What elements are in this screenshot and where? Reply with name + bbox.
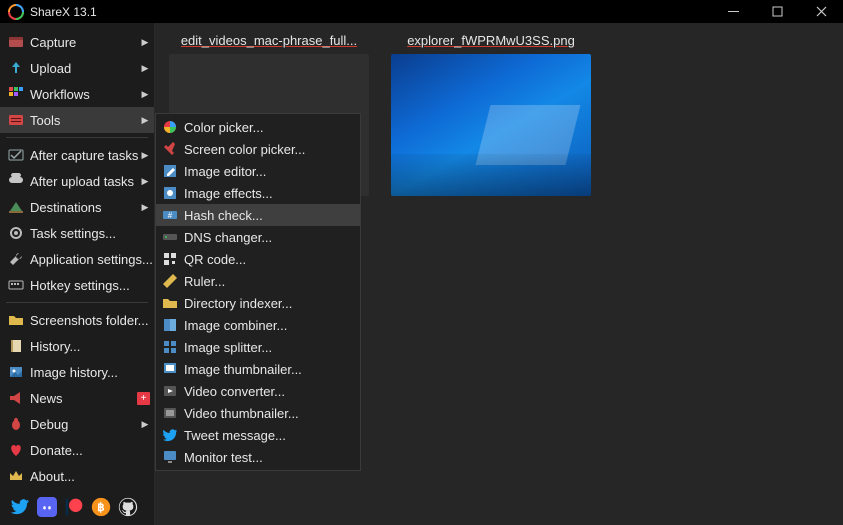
tool-dns-changer[interactable]: DNS changer... bbox=[156, 226, 360, 248]
tool-image-effects[interactable]: Image effects... bbox=[156, 182, 360, 204]
menu-task-settings[interactable]: Task settings... bbox=[0, 220, 154, 246]
tool-color-picker[interactable]: Color picker... bbox=[156, 116, 360, 138]
file-thumb bbox=[391, 54, 591, 196]
menu-hotkey-settings[interactable]: Hotkey settings... bbox=[0, 272, 154, 298]
menu-image-history[interactable]: Image history... bbox=[0, 359, 154, 385]
menu-after-capture[interactable]: After capture tasks ▶ bbox=[0, 142, 154, 168]
image-editor-icon bbox=[162, 163, 178, 179]
svg-text:#: # bbox=[168, 211, 173, 220]
file-tile[interactable]: explorer_fWPRMwU3SS.png bbox=[391, 33, 591, 196]
menu-debug[interactable]: Debug ▶ bbox=[0, 411, 154, 437]
after-upload-icon bbox=[8, 173, 24, 189]
upload-icon bbox=[8, 60, 24, 76]
tools-icon bbox=[8, 112, 24, 128]
menu-capture[interactable]: Capture ▶ bbox=[0, 29, 154, 55]
capture-icon bbox=[8, 34, 24, 50]
qr-icon bbox=[162, 251, 178, 267]
arrow-icon: ▶ bbox=[139, 419, 151, 430]
ruler-icon bbox=[162, 273, 178, 289]
tool-image-thumbnailer[interactable]: Image thumbnailer... bbox=[156, 358, 360, 380]
tool-ruler[interactable]: Ruler... bbox=[156, 270, 360, 292]
tool-tweet[interactable]: Tweet message... bbox=[156, 424, 360, 446]
folder-list-icon bbox=[162, 295, 178, 311]
destinations-icon bbox=[8, 199, 24, 215]
video-converter-icon bbox=[162, 383, 178, 399]
megaphone-icon bbox=[8, 390, 24, 406]
github-icon[interactable] bbox=[118, 497, 138, 517]
menu-tools[interactable]: Tools ▶ bbox=[0, 107, 154, 133]
file-caption: edit_videos_mac-phrase_full... bbox=[181, 33, 357, 48]
workflows-icon bbox=[8, 86, 24, 102]
heart-icon bbox=[8, 442, 24, 458]
close-button[interactable] bbox=[799, 0, 843, 23]
pipette-icon bbox=[162, 141, 178, 157]
tool-video-converter[interactable]: Video converter... bbox=[156, 380, 360, 402]
menu-workflows[interactable]: Workflows ▶ bbox=[0, 81, 154, 107]
tool-screen-color-picker[interactable]: Screen color picker... bbox=[156, 138, 360, 160]
gear-icon bbox=[8, 225, 24, 241]
video-thumb-icon bbox=[162, 405, 178, 421]
window-title: ShareX 13.1 bbox=[30, 5, 711, 19]
menu-upload[interactable]: Upload ▶ bbox=[0, 55, 154, 81]
menu-after-upload[interactable]: After upload tasks ▶ bbox=[0, 168, 154, 194]
arrow-icon: ▶ bbox=[139, 150, 151, 161]
tool-image-combiner[interactable]: Image combiner... bbox=[156, 314, 360, 336]
sidebar: Capture ▶ Upload ▶ Workflows ▶ Tools ▶ bbox=[0, 23, 155, 525]
image-effects-icon bbox=[162, 185, 178, 201]
color-wheel-icon bbox=[162, 119, 178, 135]
arrow-icon: ▶ bbox=[139, 176, 151, 187]
arrow-icon: ▶ bbox=[139, 37, 151, 48]
bitcoin-icon[interactable]: ฿ bbox=[91, 497, 111, 517]
minimize-button[interactable] bbox=[711, 0, 755, 23]
divider bbox=[6, 137, 148, 138]
tool-dir-indexer[interactable]: Directory indexer... bbox=[156, 292, 360, 314]
combiner-icon bbox=[162, 317, 178, 333]
divider bbox=[6, 302, 148, 303]
menu-about[interactable]: About... bbox=[0, 463, 154, 489]
news-badge: + bbox=[137, 392, 150, 405]
folder-icon bbox=[8, 312, 24, 328]
hash-icon: # bbox=[162, 207, 178, 223]
twitter-small-icon bbox=[162, 427, 178, 443]
tool-qr-code[interactable]: QR code... bbox=[156, 248, 360, 270]
arrow-icon: ▶ bbox=[139, 115, 151, 126]
menu-history[interactable]: History... bbox=[0, 333, 154, 359]
splitter-icon bbox=[162, 339, 178, 355]
discord-icon[interactable] bbox=[37, 497, 57, 517]
bug-icon bbox=[8, 416, 24, 432]
menu-news[interactable]: News + bbox=[0, 385, 154, 411]
image-history-icon bbox=[8, 364, 24, 380]
history-icon bbox=[8, 338, 24, 354]
menu-screenshots-folder[interactable]: Screenshots folder... bbox=[0, 307, 154, 333]
dns-icon bbox=[162, 229, 178, 245]
monitor-icon bbox=[162, 449, 178, 465]
social-row: ฿ bbox=[0, 489, 154, 525]
after-capture-icon bbox=[8, 147, 24, 163]
menu-destinations[interactable]: Destinations ▶ bbox=[0, 194, 154, 220]
arrow-icon: ▶ bbox=[139, 63, 151, 74]
body: Capture ▶ Upload ▶ Workflows ▶ Tools ▶ bbox=[0, 23, 843, 525]
maximize-button[interactable] bbox=[755, 0, 799, 23]
tools-submenu: Color picker... Screen color picker... I… bbox=[155, 113, 361, 471]
titlebar: ShareX 13.1 bbox=[0, 0, 843, 23]
arrow-icon: ▶ bbox=[139, 202, 151, 213]
thumbnailer-icon bbox=[162, 361, 178, 377]
tool-image-splitter[interactable]: Image splitter... bbox=[156, 336, 360, 358]
tool-hash-check[interactable]: # Hash check... bbox=[156, 204, 360, 226]
tool-monitor-test[interactable]: Monitor test... bbox=[156, 446, 360, 468]
app-window: ShareX 13.1 Capture ▶ Upload ▶ Workflows… bbox=[0, 0, 843, 525]
file-caption: explorer_fWPRMwU3SS.png bbox=[407, 33, 575, 48]
patreon-icon[interactable] bbox=[64, 497, 84, 517]
arrow-icon: ▶ bbox=[139, 89, 151, 100]
keyboard-icon bbox=[8, 277, 24, 293]
tool-video-thumbnailer[interactable]: Video thumbnailer... bbox=[156, 402, 360, 424]
svg-text:฿: ฿ bbox=[97, 501, 105, 514]
twitter-icon[interactable] bbox=[10, 497, 30, 517]
menu-app-settings[interactable]: Application settings... bbox=[0, 246, 154, 272]
wrench-icon bbox=[8, 251, 24, 267]
sharex-logo-icon bbox=[8, 4, 24, 20]
tool-image-editor[interactable]: Image editor... bbox=[156, 160, 360, 182]
crown-icon bbox=[8, 468, 24, 484]
menu-donate[interactable]: Donate... bbox=[0, 437, 154, 463]
